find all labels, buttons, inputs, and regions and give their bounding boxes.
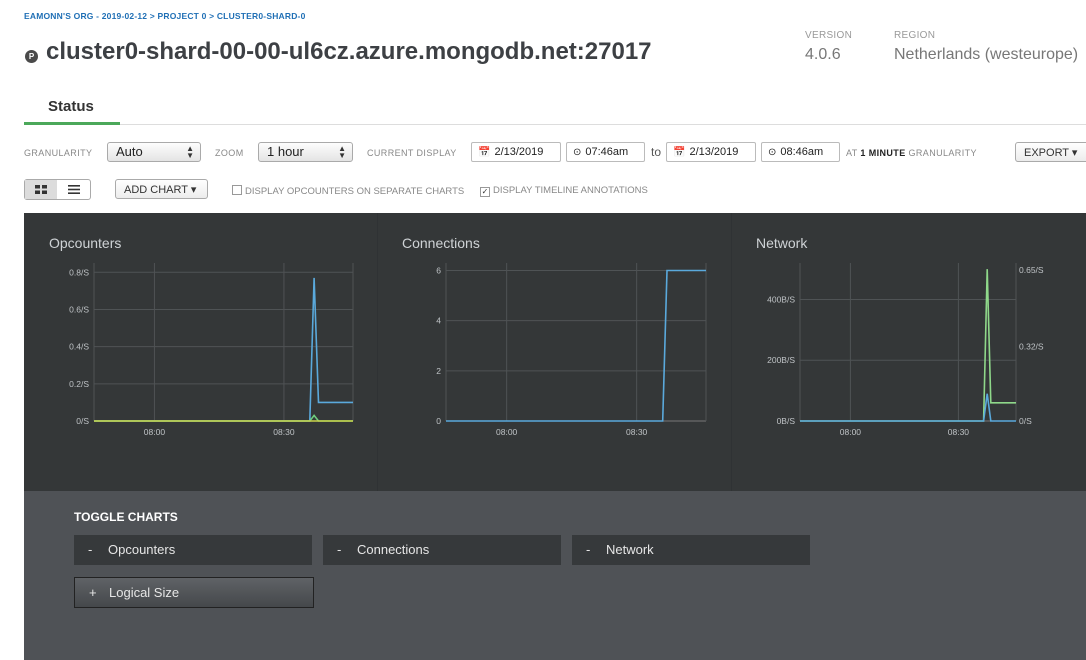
select-arrows-icon: ▲ ▼ (186, 144, 194, 160)
current-display-label: CURRENT DISPLAY (367, 148, 457, 158)
separate-charts-label: DISPLAY OPCOUNTERS ON SEPARATE CHARTS (245, 186, 465, 197)
zoom-select[interactable]: 1 hour ▲ ▼ (258, 142, 353, 162)
series-line (94, 414, 353, 422)
granularity-suffix: GRANULARITY (908, 148, 977, 158)
y-tick-label: 2 (436, 366, 441, 376)
region-value: Netherlands (westeurope) (894, 46, 1079, 63)
from-date-input[interactable]: 📅 2/13/2019 (471, 142, 561, 162)
grid-view-button[interactable] (25, 180, 57, 199)
separate-charts-option[interactable]: DISPLAY OPCOUNTERS ON SEPARATE CHARTS (232, 185, 464, 197)
from-time-value: 07:46am (585, 146, 629, 158)
granularity-summary: AT 1 MINUTE GRANULARITY (846, 148, 977, 158)
y2-tick-label: 0.32/S (1019, 342, 1044, 352)
toggle-connections-button[interactable]: - Connections (323, 535, 561, 565)
connections-chart[interactable]: 0 2 4 6 08:00 08:30 (378, 213, 731, 491)
calendar-icon: 📅 (478, 147, 491, 158)
y2-tick-label: 0.65/S (1019, 265, 1044, 275)
toggle-label: Logical Size (109, 585, 180, 600)
plus-icon: + (89, 585, 97, 600)
y-tick-label: 0B/S (777, 416, 796, 426)
y2-tick-label: 0/S (1019, 416, 1032, 426)
y-tick-label: 0.8/S (69, 267, 89, 277)
primary-badge-icon: P (25, 50, 38, 63)
y-tick-label: 0.4/S (69, 342, 89, 352)
at-text: AT (846, 148, 858, 158)
to-label: to (651, 145, 662, 159)
grid-icon (35, 185, 47, 194)
clock-icon: ⊙ (768, 147, 777, 158)
tab-divider (120, 124, 1086, 125)
version-label: VERSION (805, 30, 853, 41)
caret-down-icon: ▾ (1071, 147, 1078, 159)
toggle-network-button[interactable]: - Network (572, 535, 810, 565)
export-label: EXPORT (1024, 147, 1069, 159)
to-date-input[interactable]: 📅 2/13/2019 (666, 142, 756, 162)
from-date-value: 2/13/2019 (494, 146, 544, 158)
y-tick-label: 0.6/S (69, 304, 89, 314)
clock-icon: ⊙ (573, 147, 582, 158)
timeline-annotations-checkbox[interactable]: ✓ (480, 187, 490, 197)
granularity-value: Auto (116, 144, 143, 159)
version-value: 4.0.6 (805, 46, 841, 63)
list-icon (68, 185, 80, 194)
toggle-label: Opcounters (108, 542, 176, 557)
layout-toggle (24, 179, 91, 200)
caret-down-icon: ▾ (190, 184, 197, 196)
y-tick-label: 400B/S (767, 294, 795, 304)
to-time-value: 08:46am (780, 146, 824, 158)
toggle-opcounters-button[interactable]: - Opcounters (74, 535, 312, 565)
network-chart[interactable]: 0B/S 200B/S 400B/S 0/S 0.32/S 0.65/S 08:00 08:3… (732, 213, 1086, 491)
y-tick-label: 0/S (76, 416, 89, 426)
x-tick-label: 08:00 (840, 427, 862, 437)
series-line (800, 269, 1016, 422)
toggle-label: Connections (357, 542, 430, 557)
chart-panel-opcounters: Opcounters 0/S 0.2/S 0.4/S 0.6/S 0.8/S 08:00 0… (24, 213, 377, 491)
timeline-annotations-label: DISPLAY TIMELINE ANNOTATIONS (493, 185, 648, 196)
y-tick-label: 0.2/S (69, 379, 89, 389)
to-time-input[interactable]: ⊙ 08:46am (761, 142, 840, 162)
y-tick-label: 6 (436, 266, 441, 276)
breadcrumb[interactable]: EAMONN'S ORG - 2019-02-12 > PROJECT 0 > … (24, 11, 306, 21)
list-view-button[interactable] (58, 180, 90, 199)
y-tick-label: 0 (436, 416, 441, 426)
chart-panel-connections: Connections 0 2 4 6 08:00 08:30 (378, 213, 731, 491)
chart-panel-network: Network 0B/S 200B/S 400B/S 0/S 0.32/S 0.65/S 0… (732, 213, 1086, 491)
calendar-icon: 📅 (673, 147, 686, 158)
toggle-charts-section (24, 491, 1086, 660)
series-line (94, 277, 353, 422)
add-chart-label: ADD CHART (124, 184, 188, 196)
to-date-value: 2/13/2019 (689, 146, 739, 158)
toggle-logical-size-button[interactable]: + Logical Size (74, 577, 314, 608)
separate-charts-checkbox[interactable] (232, 185, 242, 195)
minus-icon: - (88, 542, 93, 557)
opcounters-chart[interactable]: 0/S 0.2/S 0.4/S 0.6/S 0.8/S 08:00 08:30 (24, 213, 377, 491)
granularity-current: 1 MINUTE (860, 148, 906, 158)
x-tick-label: 08:30 (948, 427, 970, 437)
tab-status[interactable]: Status (48, 98, 94, 115)
granularity-select[interactable]: Auto ▲ ▼ (107, 142, 201, 162)
y-tick-label: 200B/S (767, 355, 795, 365)
x-tick-label: 08:00 (496, 427, 518, 437)
granularity-label: GRANULARITY (24, 148, 93, 158)
export-button[interactable]: EXPORT ▾ (1015, 142, 1086, 162)
timeline-annotations-option[interactable]: ✓ DISPLAY TIMELINE ANNOTATIONS (480, 185, 648, 197)
region-label: REGION (894, 30, 936, 41)
select-arrows-icon: ▲ ▼ (338, 144, 346, 160)
active-tab-indicator (24, 122, 120, 125)
x-tick-label: 08:30 (273, 427, 295, 437)
add-chart-button[interactable]: ADD CHART ▾ (115, 179, 208, 199)
minus-icon: - (337, 542, 342, 557)
page-title: cluster0-shard-00-00-ul6cz.azure.mongodb… (46, 38, 652, 65)
minus-icon: - (586, 542, 591, 557)
zoom-label: ZOOM (215, 148, 244, 158)
y-tick-label: 4 (436, 316, 441, 326)
x-tick-label: 08:30 (626, 427, 648, 437)
x-tick-label: 08:00 (144, 427, 166, 437)
from-time-input[interactable]: ⊙ 07:46am (566, 142, 645, 162)
toggle-charts-title: TOGGLE CHARTS (74, 510, 178, 524)
toggle-label: Network (606, 542, 654, 557)
zoom-value: 1 hour (267, 144, 304, 159)
series-line (446, 269, 706, 422)
